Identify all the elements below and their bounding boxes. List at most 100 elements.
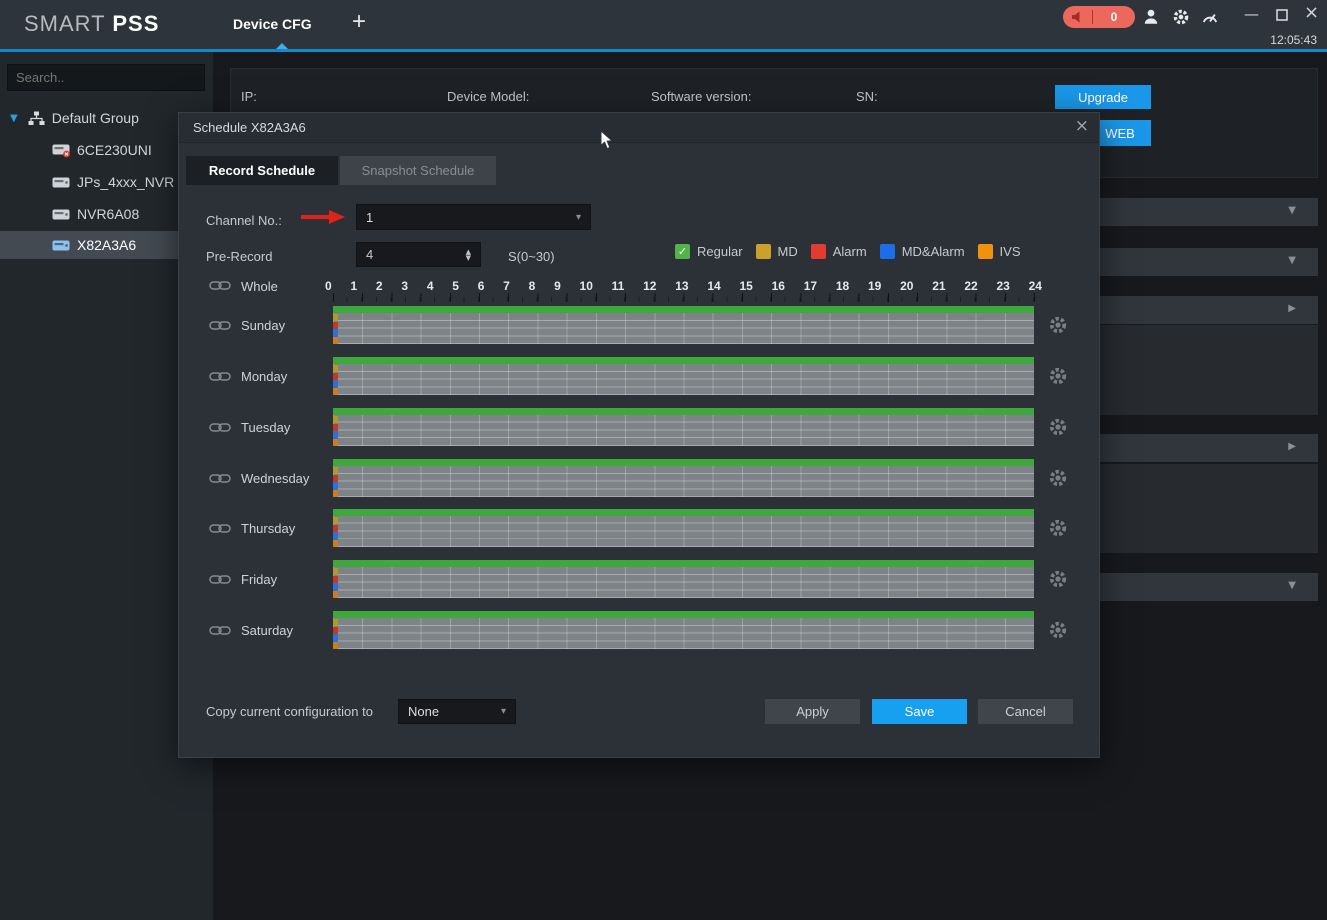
gear-icon[interactable] [1048,518,1068,538]
alarm-checkbox[interactable] [811,244,826,259]
alarm-mark [333,576,338,583]
md-mark [333,314,338,321]
upgrade-button[interactable]: Upgrade [1055,85,1151,109]
timeline-ruler: Whole 0123456789101112131415161718192021… [179,279,1101,307]
alarm-counter-button[interactable]: 0 [1063,6,1135,28]
settings-gear-icon[interactable] [1172,8,1190,26]
schedule-track[interactable] [333,408,1034,446]
gear-icon[interactable] [1048,468,1068,488]
day-label: Wednesday [241,471,309,486]
legend-label: MD [778,244,798,259]
schedule-track[interactable] [333,357,1034,395]
schedule-track[interactable] [333,459,1034,497]
ivs-checkbox[interactable] [978,244,993,259]
gear-icon[interactable] [1048,417,1068,437]
track-grid [333,313,1034,344]
group-icon [28,111,45,126]
legend-label: MD&Alarm [902,244,965,259]
device-label: JPs_4xxx_NVR [77,174,174,190]
schedule-dialog: Schedule X82A3A6 × Record Schedule Snaps… [178,112,1100,758]
performance-gauge-icon[interactable] [1201,8,1219,26]
gear-icon[interactable] [1048,620,1068,640]
gear-icon[interactable] [1048,366,1068,386]
ivs-mark [333,490,338,497]
link-icon[interactable] [209,625,231,636]
search-box[interactable] [7,64,205,91]
chevron-down-icon: ▼ [1288,255,1296,266]
schedule-row-sunday: Sunday [179,306,1101,344]
link-icon[interactable] [209,422,231,433]
regular-band [333,459,1034,466]
tab-device-cfg[interactable]: Device CFG [233,16,312,32]
tab-snapshot-schedule[interactable]: Snapshot Schedule [340,156,496,185]
link-icon[interactable] [209,280,231,291]
window-close-button[interactable]: × [1304,2,1319,23]
link-icon[interactable] [209,371,231,382]
regular-band [333,306,1034,313]
whole-label: Whole [241,279,278,294]
link-icon[interactable] [209,574,231,585]
check-icon: ✓ [678,245,687,258]
regular-checkbox[interactable]: ✓ [675,244,690,259]
link-icon[interactable] [209,473,231,484]
link-icon[interactable] [209,320,231,331]
config-section-header[interactable]: ▶ [1090,434,1318,462]
md-alarm-checkbox[interactable] [880,244,895,259]
expand-triangle-icon[interactable]: ▼ [10,113,18,124]
gear-icon[interactable] [1048,315,1068,335]
config-section-header[interactable]: ▼ [1090,573,1318,601]
device-label: NVR6A08 [77,206,139,222]
search-input[interactable] [8,70,200,85]
save-button[interactable]: Save [872,699,967,724]
tab-record-schedule[interactable]: Record Schedule [186,156,338,185]
regular-band [333,509,1034,516]
legend-ivs[interactable]: IVS [978,244,1021,259]
schedule-track[interactable] [333,306,1034,344]
app-logo: SMART PSS [24,11,159,37]
prerecord-spinner[interactable]: 4 ▲▼ [356,242,481,267]
day-label: Thursday [241,521,295,536]
user-icon[interactable] [1142,8,1160,26]
window-maximize-button[interactable] [1276,9,1288,21]
legend-regular[interactable]: ✓ Regular [675,244,743,259]
schedule-row-wednesday: Wednesday [179,459,1101,497]
hour-labels: 0123456789101112131415161718192021222324 [325,279,1042,292]
schedule-track[interactable] [333,509,1034,547]
config-section-header[interactable]: ▼ [1090,248,1318,276]
cancel-button[interactable]: Cancel [978,699,1073,724]
chevron-down-icon: ▼ [1288,580,1296,591]
track-grid [333,415,1034,446]
legend-md-alarm[interactable]: MD&Alarm [880,244,965,259]
window-minimize-button[interactable]: — [1244,5,1259,23]
channel-value: 1 [366,210,373,225]
chevron-right-icon: ▶ [1288,303,1296,314]
link-icon[interactable] [209,523,231,534]
spin-down-icon[interactable]: ▼ [466,255,471,261]
prerecord-unit: S(0~30) [508,249,555,264]
legend-label: Regular [697,244,743,259]
copy-config-select[interactable]: None ▾ [398,699,516,724]
regular-band [333,408,1034,415]
config-section-header[interactable]: ▼ [1090,198,1318,226]
ivs-mark [333,540,338,547]
chevron-down-icon: ▼ [1288,205,1296,216]
spinner-arrows[interactable]: ▲▼ [466,249,471,261]
dialog-titlebar[interactable]: Schedule X82A3A6 × [179,113,1099,143]
schedule-track[interactable] [333,611,1034,649]
md-mark [333,416,338,423]
ivs-mark [333,337,338,344]
new-tab-button[interactable]: + [352,8,366,36]
dialog-close-icon[interactable]: × [1075,116,1089,136]
apply-button[interactable]: Apply [765,699,860,724]
gear-icon[interactable] [1048,569,1068,589]
md-checkbox[interactable] [756,244,771,259]
md-alarm-mark [333,329,338,337]
config-section-header[interactable]: ▶ [1090,296,1318,324]
schedule-track[interactable] [333,560,1034,598]
legend-md[interactable]: MD [756,244,798,259]
schedule-row-saturday: Saturday [179,611,1101,649]
legend-label: IVS [1000,244,1021,259]
legend-alarm[interactable]: Alarm [811,244,867,259]
track-grid [333,466,1034,497]
channel-select[interactable]: 1 ▾ [356,204,591,230]
